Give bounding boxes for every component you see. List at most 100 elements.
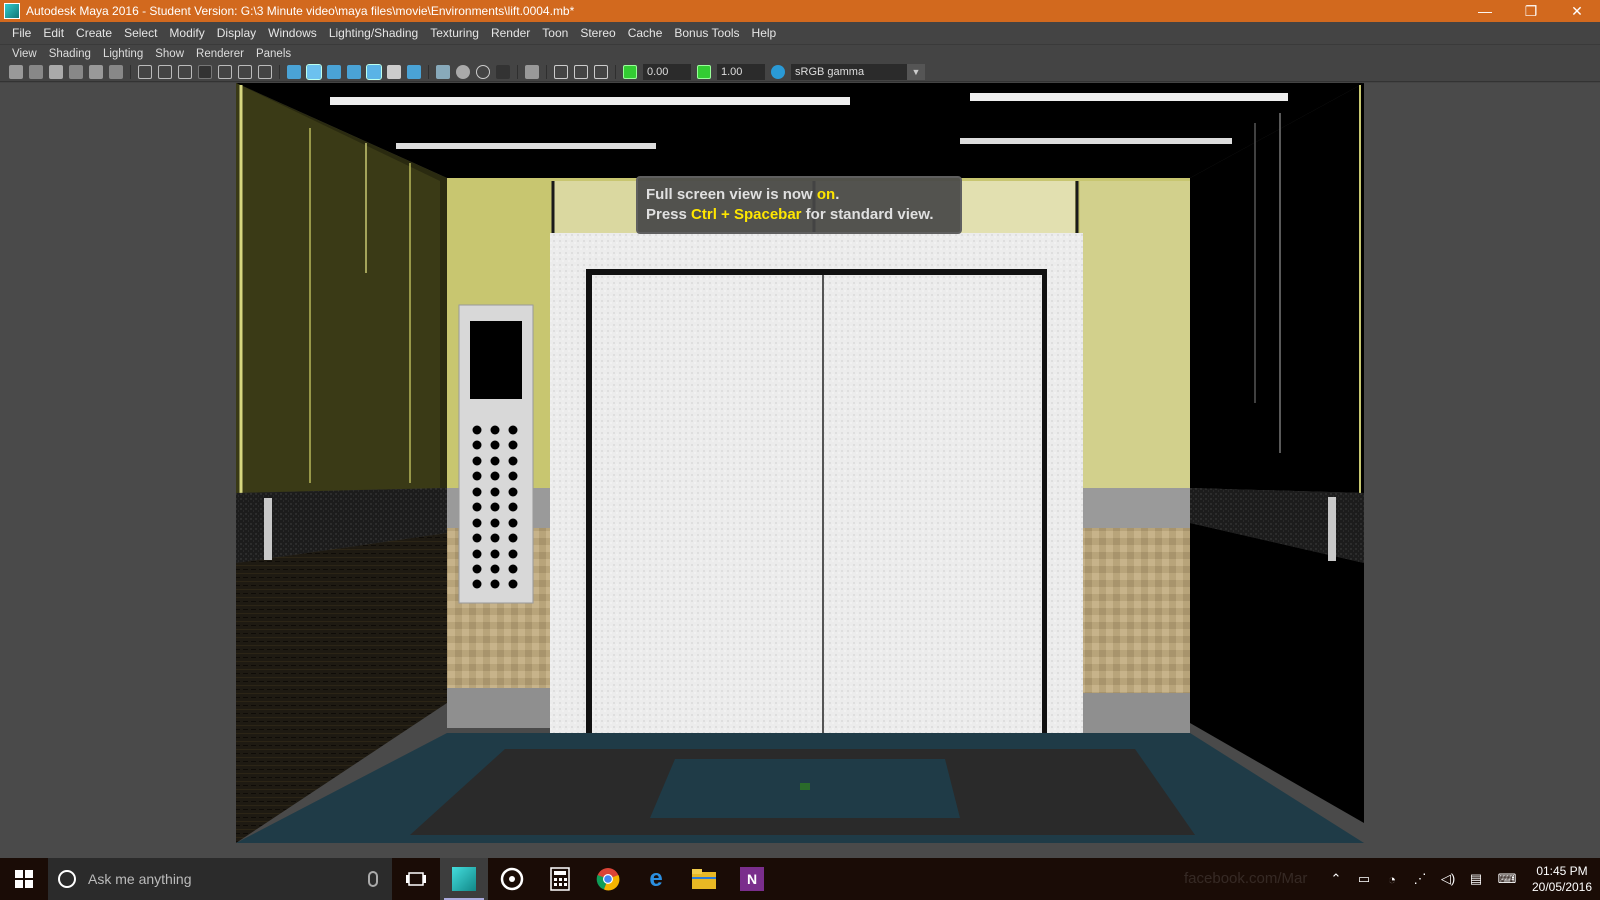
taskbar-chrome[interactable] [584, 858, 632, 900]
panel-menu-lighting[interactable]: Lighting [97, 48, 149, 60]
watermark-text: facebook.com/Mar [1184, 870, 1308, 887]
search-placeholder: Ask me anything [88, 871, 192, 887]
smooth-shade-icon[interactable] [306, 63, 322, 80]
shadows-icon[interactable] [387, 64, 401, 79]
gamma-field[interactable]: 1.00 [717, 63, 765, 80]
panel-menu-shading[interactable]: Shading [43, 48, 97, 60]
camera-lock-icon[interactable] [29, 64, 43, 79]
menu-create[interactable]: Create [70, 26, 118, 40]
menu-render[interactable]: Render [485, 26, 536, 40]
image-plane-icon[interactable] [69, 64, 83, 79]
volume-icon[interactable]: ◁) [1434, 858, 1462, 900]
chevron-up-icon[interactable]: ⌃ [1322, 858, 1350, 900]
chrome-icon [596, 868, 620, 891]
cortana-search-box[interactable]: Ask me anything [48, 858, 392, 900]
menu-select[interactable]: Select [118, 26, 163, 40]
wireframe-icon[interactable] [287, 64, 301, 79]
start-button[interactable] [0, 858, 48, 900]
grease-pencil-icon[interactable] [109, 64, 123, 79]
camera-select-icon[interactable] [9, 64, 23, 79]
panel-menu-show[interactable]: Show [149, 48, 190, 60]
restore-button[interactable]: ❐ [1508, 0, 1554, 22]
twod-pan-zoom-icon[interactable] [89, 64, 103, 79]
action-center-icon[interactable]: ▤ [1462, 858, 1490, 900]
network-icon[interactable]: ⋰ [1406, 858, 1434, 900]
main-menu-bar: File Edit Create Select Modify Display W… [0, 22, 1600, 44]
minimize-button[interactable]: — [1462, 0, 1508, 22]
menu-help[interactable]: Help [746, 26, 783, 40]
system-tray: ⌃ ▭ ◔ ⋰ ◁) ▤ ⌨ 01:45 PM 20/05/2016 [1322, 858, 1600, 900]
gate-mask-icon[interactable] [198, 64, 212, 79]
select-camera-icon[interactable] [525, 64, 539, 79]
resolution-gate-icon[interactable] [178, 64, 192, 79]
isolate-select-icon[interactable] [436, 64, 450, 79]
menu-texturing[interactable]: Texturing [424, 26, 485, 40]
hud-icon[interactable] [594, 64, 608, 79]
panel-menu-panels[interactable]: Panels [250, 48, 297, 60]
panel-menu-renderer[interactable]: Renderer [190, 48, 250, 60]
panel-menu-view[interactable]: View [6, 48, 43, 60]
task-view-button[interactable] [392, 858, 440, 900]
hud-line-1: Full screen view is now on. [646, 186, 840, 203]
hud-line-2: Press Ctrl + Spacebar for standard view. [646, 206, 934, 223]
menu-modify[interactable]: Modify [163, 26, 210, 40]
task-view-icon [406, 872, 426, 886]
edge-icon: e [649, 865, 663, 892]
cortana-icon [58, 870, 76, 888]
xray-joints-icon[interactable] [476, 64, 490, 79]
taskbar-maya[interactable] [440, 858, 488, 900]
close-button[interactable]: ✕ [1554, 0, 1600, 22]
network-icon[interactable]: ◔ [1378, 858, 1406, 900]
menu-cache[interactable]: Cache [622, 26, 669, 40]
view-transform-select[interactable]: sRGB gamma [791, 63, 907, 80]
exposure-icon[interactable] [623, 64, 637, 79]
xray-components-icon[interactable] [496, 64, 510, 79]
menu-lighting-shading[interactable]: Lighting/Shading [323, 26, 424, 40]
taskbar-file-explorer[interactable] [680, 858, 728, 900]
menu-display[interactable]: Display [211, 26, 262, 40]
frame-all-icon[interactable] [554, 64, 568, 79]
frame-selection-icon[interactable] [574, 64, 588, 79]
menu-edit[interactable]: Edit [37, 26, 70, 40]
menu-toon[interactable]: Toon [536, 26, 574, 40]
use-all-lights-icon[interactable] [366, 63, 382, 80]
maya-app-icon [4, 3, 20, 19]
textured-icon[interactable] [347, 64, 361, 79]
fullscreen-hud-message: Full screen view is now on. Press Ctrl +… [636, 176, 962, 234]
system-clock[interactable]: 01:45 PM 20/05/2016 [1524, 863, 1600, 895]
grid-icon[interactable] [138, 64, 152, 79]
taskbar-onenote[interactable]: N [728, 858, 776, 900]
toolbar-divider [130, 64, 131, 79]
bookmark-icon[interactable] [49, 64, 63, 79]
toolbar-divider [546, 64, 547, 79]
perspective-viewport[interactable]: Full screen view is now on. Press Ctrl +… [0, 83, 1600, 858]
menu-stereo[interactable]: Stereo [574, 26, 621, 40]
safe-action-icon[interactable] [238, 64, 252, 79]
xray-icon[interactable] [456, 64, 470, 79]
menu-bonus-tools[interactable]: Bonus Tools [668, 26, 745, 40]
menu-file[interactable]: File [6, 26, 37, 40]
chevron-down-icon[interactable]: ▼ [907, 63, 925, 80]
toolbar-divider [279, 64, 280, 79]
film-gate-icon[interactable] [158, 64, 172, 79]
wireframe-on-shaded-icon[interactable] [327, 64, 341, 79]
panel-menu-bar: View Shading Lighting Show Renderer Pane… [0, 44, 1600, 62]
taskbar-edge[interactable]: e [632, 858, 680, 900]
menu-windows[interactable]: Windows [262, 26, 323, 40]
taskbar-media[interactable] [488, 858, 536, 900]
field-chart-icon[interactable] [218, 64, 232, 79]
toolbar-divider [615, 64, 616, 79]
battery-icon[interactable]: ▭ [1350, 858, 1378, 900]
exposure-field[interactable]: 0.00 [643, 63, 691, 80]
ambient-occlusion-icon[interactable] [407, 64, 421, 79]
keyboard-icon[interactable]: ⌨ [1490, 858, 1524, 900]
safe-title-icon[interactable] [258, 64, 272, 79]
taskbar-calculator[interactable] [536, 858, 584, 900]
clock-time: 01:45 PM [1536, 864, 1588, 878]
toolbar-divider [428, 64, 429, 79]
title-bar: Autodesk Maya 2016 - Student Version: G:… [0, 0, 1600, 22]
panel-toolbar: 0.00 1.00 sRGB gamma ▼ [0, 62, 1600, 82]
color-management-icon[interactable] [771, 64, 785, 79]
microphone-icon[interactable] [368, 871, 378, 887]
gamma-icon[interactable] [697, 64, 711, 79]
